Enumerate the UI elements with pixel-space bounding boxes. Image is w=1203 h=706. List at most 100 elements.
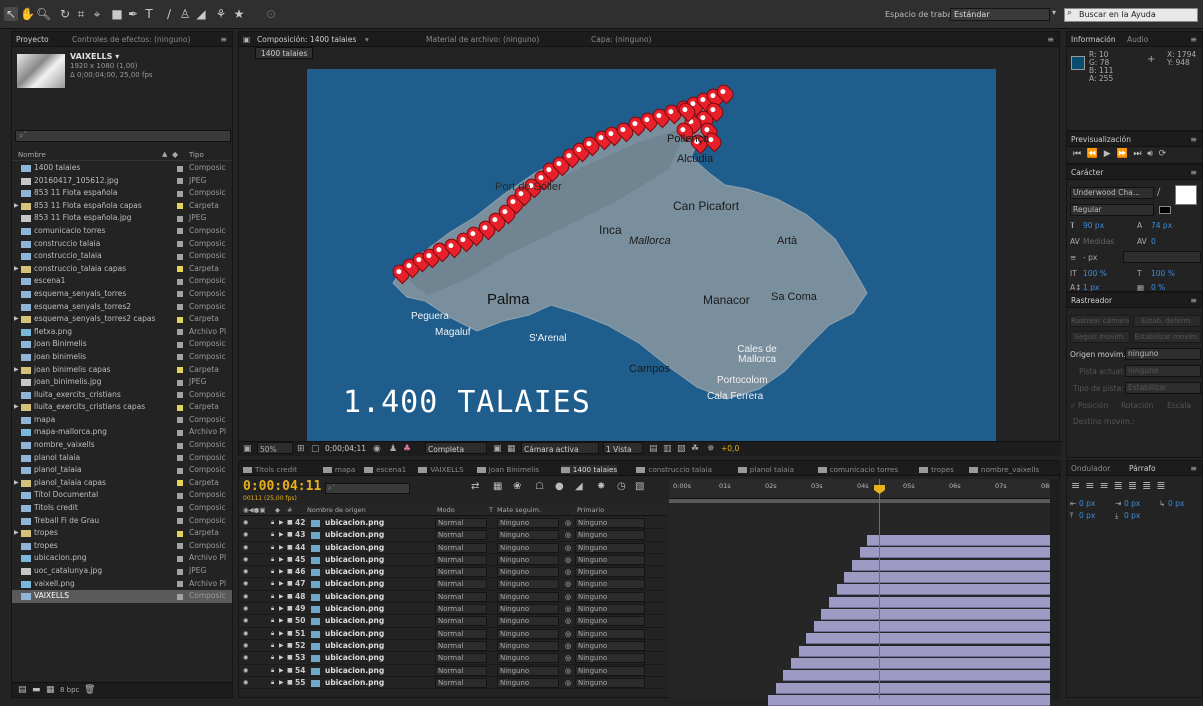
layer-duration-bar[interactable] — [783, 670, 1050, 682]
loop-icon[interactable]: ⟳ — [1159, 149, 1167, 159]
folder-expand-icon[interactable]: ▶ — [14, 477, 19, 490]
blend-mode-select[interactable]: Normal — [435, 518, 487, 528]
current-time-display[interactable]: 0;00;04;11 — [325, 442, 366, 456]
project-item[interactable]: joan binimelis Composic — [12, 351, 232, 364]
tab-effect-controls[interactable]: Controles de efectos: (ninguno) — [72, 35, 190, 44]
track-matte-select[interactable]: Ninguno — [497, 579, 559, 590]
blend-mode-select[interactable]: Normal — [435, 628, 487, 639]
visibility-icon[interactable]: ◉ — [243, 591, 248, 603]
visibility-icon[interactable]: ◉ — [243, 603, 248, 615]
layer-label-color[interactable]: ■ — [287, 652, 293, 664]
track-matte-select[interactable]: Ninguno — [497, 542, 559, 553]
expand-layer-icon[interactable]: ▶ — [279, 554, 284, 566]
blend-mode-select[interactable]: Normal — [435, 604, 487, 615]
time-ruler[interactable]: 0:00s 01s 02s 03s 04s 05s 06s 07s 08s — [669, 479, 1053, 499]
tab-composition[interactable]: Composición: 1400 talaies — [257, 35, 356, 44]
transparency-grid-icon[interactable]: ▦ — [507, 442, 516, 456]
timeline-tab[interactable]: nombre_vaixells — [968, 465, 1039, 474]
lock-icon[interactable]: 🔒︎ — [271, 566, 274, 578]
grid-guides-icon[interactable]: ⊞ — [297, 442, 305, 456]
project-item[interactable]: Joan Binimelis Composic — [12, 338, 232, 351]
motion-blur-icon[interactable]: ● — [555, 481, 564, 492]
audio-icon[interactable]: 🔊︎ — [1147, 149, 1153, 159]
label-color-swatch[interactable] — [177, 266, 183, 273]
tab-layer[interactable]: Capa: (ninguno) — [591, 35, 651, 44]
label-color-swatch[interactable] — [177, 354, 183, 361]
timeline-tab[interactable]: comunicacio torres — [817, 465, 898, 474]
parent-pickwhip-icon[interactable]: ◎ — [565, 677, 571, 689]
track-matte-select[interactable]: Ninguno — [497, 665, 559, 676]
label-color-swatch[interactable] — [177, 215, 183, 222]
lock-icon[interactable]: 🔒︎ — [271, 591, 274, 603]
zoom-select[interactable]: 50% — [257, 442, 293, 454]
blend-mode-select[interactable]: Normal — [435, 616, 487, 627]
roto-brush-tool-icon[interactable]: ⚘ — [214, 7, 228, 21]
indent-right-value[interactable]: 0 px — [1124, 499, 1140, 508]
track-matte-select[interactable]: Ninguno — [497, 604, 559, 615]
parent-pickwhip-icon[interactable]: ◎ — [565, 591, 571, 603]
mask-visibility-icon[interactable]: ▢ — [311, 442, 320, 456]
project-item[interactable]: construccio_talaia Composic — [12, 250, 232, 263]
panel-menu-icon[interactable]: ≡ — [220, 35, 227, 44]
layer-label-color[interactable]: ■ — [287, 566, 293, 578]
flowchart-icon[interactable]: ☘ — [691, 442, 699, 456]
timeline-search-input[interactable]: ⌕ˇ — [325, 483, 410, 494]
parent-select[interactable]: Ninguno — [575, 616, 645, 627]
snapshot-icon[interactable]: ◉ — [373, 442, 381, 456]
label-color-swatch[interactable] — [177, 203, 183, 210]
av-features-icon[interactable]: ◉◀●▣ — [243, 506, 265, 514]
blend-mode-select[interactable]: Normal — [435, 653, 487, 664]
first-frame-icon[interactable]: ⏮ — [1073, 149, 1081, 159]
parent-pickwhip-icon[interactable]: ◎ — [565, 603, 571, 615]
expand-layer-icon[interactable]: ▶ — [279, 603, 284, 615]
lock-icon[interactable]: 🔒︎ — [271, 677, 274, 689]
comp-mini-flowchart-icon[interactable]: ⇄ — [471, 481, 479, 492]
project-item[interactable]: esquema_senyals_torres Composic — [12, 288, 232, 301]
selected-item-name[interactable]: VAIXELLS ▾ — [70, 52, 119, 61]
baseline-shift-value[interactable]: 1 px — [1083, 283, 1099, 292]
vertical-scale-value[interactable]: 100 % — [1083, 269, 1107, 278]
col-parent[interactable]: Primario — [577, 506, 604, 514]
rotation-label[interactable]: Rotación — [1121, 401, 1154, 410]
col-trackmatte[interactable]: Mate seguim. — [497, 506, 541, 514]
col-source-name[interactable]: Nombre de origen — [307, 506, 366, 514]
layer-num-col[interactable]: # — [287, 506, 292, 514]
parent-select[interactable]: Ninguno — [575, 640, 645, 651]
space-after-value[interactable]: 0 px — [1124, 511, 1140, 520]
track-matte-select[interactable]: Ninguno — [497, 653, 559, 664]
project-item[interactable]: vaixell.png Archivo Pl — [12, 578, 232, 591]
layer-name[interactable]: ubicacion.png — [325, 665, 384, 677]
eyedropper-icon[interactable]: ∕ — [1157, 187, 1160, 198]
parent-select[interactable]: Ninguno — [575, 653, 645, 664]
eraser-tool-icon[interactable]: ◢ — [194, 7, 208, 21]
visibility-icon[interactable]: ◉ — [243, 566, 248, 578]
fast-previews-icon[interactable]: ▥ — [663, 442, 672, 456]
track-motion-button[interactable]: Seguir movim. — [1070, 331, 1130, 343]
label-color-swatch[interactable] — [177, 304, 183, 311]
tab-audio[interactable]: Audio — [1127, 35, 1148, 44]
layer-label-color[interactable]: ■ — [287, 578, 293, 590]
help-search-input[interactable]: Buscar en la Ayuda — [1064, 8, 1198, 22]
blend-mode-select[interactable]: Normal — [435, 579, 487, 590]
track-matte-select[interactable]: Ninguno — [497, 554, 559, 565]
project-item[interactable]: ▶ joan binimelis capas Carpeta — [12, 364, 232, 377]
project-item[interactable]: comunicacio torres Composic — [12, 225, 232, 238]
project-item[interactable]: nombre_vaixells Composic — [12, 439, 232, 452]
tab-info[interactable]: Información — [1071, 35, 1116, 44]
layer-duration-bar[interactable] — [851, 559, 1050, 571]
brush-tool-icon[interactable]: ∕ — [162, 7, 176, 21]
layer-label-color[interactable]: ■ — [287, 665, 293, 677]
col-t[interactable]: T — [489, 506, 493, 514]
live-update-icon[interactable]: ▧ — [635, 481, 644, 492]
layer-name[interactable]: ubicacion.png — [325, 578, 384, 590]
project-item[interactable]: 1400 talaies Composic — [12, 162, 232, 175]
sort-icon[interactable]: ▲ — [162, 150, 167, 158]
kerning-value[interactable]: Medidas — [1083, 237, 1114, 246]
expand-layer-icon[interactable]: ▶ — [279, 578, 284, 590]
label-color-swatch[interactable] — [177, 518, 183, 525]
next-frame-icon[interactable]: ⏩ — [1116, 149, 1127, 159]
project-item[interactable]: ▶ 853 11 Flota española capas Carpeta — [12, 200, 232, 213]
project-item[interactable]: planol_talaia Composic — [12, 464, 232, 477]
panel-menu-icon[interactable]: ≡ — [1047, 35, 1054, 44]
expand-layer-icon[interactable]: ▶ — [279, 591, 284, 603]
